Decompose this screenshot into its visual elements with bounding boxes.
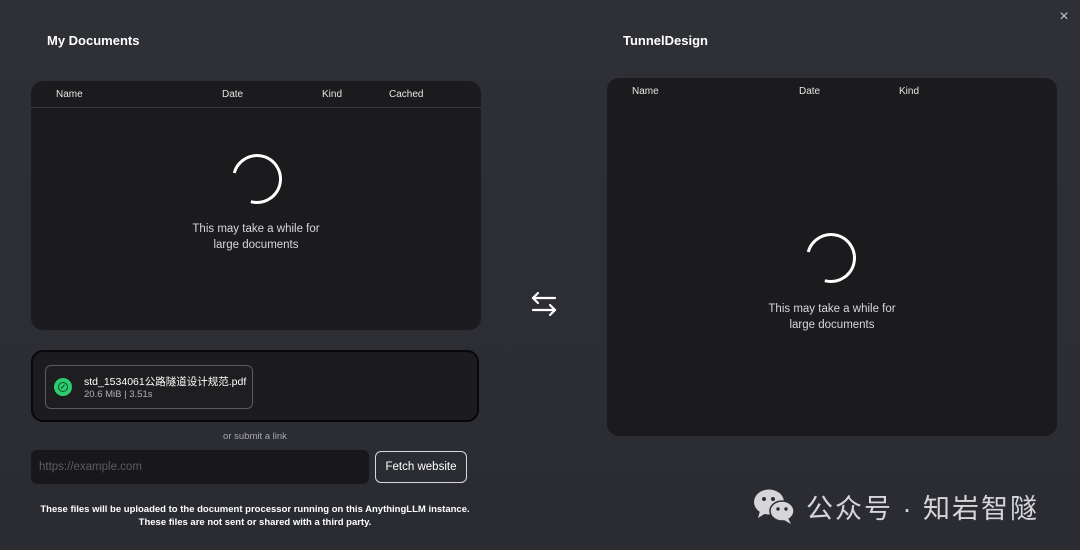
loading-text-line1: This may take a while for [768, 303, 896, 315]
column-cached[interactable]: Cached [389, 89, 423, 100]
column-date[interactable]: Date [222, 89, 243, 100]
loading-text: This may take a while for large document… [732, 301, 932, 333]
my-documents-table: Name Date Kind Cached This may take a wh… [31, 81, 481, 330]
column-kind[interactable]: Kind [899, 86, 919, 97]
wechat-icon [754, 489, 795, 524]
column-name[interactable]: Name [632, 86, 659, 97]
upload-disclaimer: These files will be uploaded to the docu… [30, 503, 480, 529]
uploaded-file-meta: 20.6 MiB | 3.51s [84, 389, 153, 400]
loading-text: This may take a while for large document… [156, 221, 356, 253]
column-kind[interactable]: Kind [322, 89, 342, 100]
loading-text-line2: large documents [789, 319, 875, 331]
check-circle-icon: ✓ [54, 378, 72, 396]
header-divider [31, 107, 481, 108]
column-date[interactable]: Date [799, 86, 820, 97]
fetch-website-button[interactable]: Fetch website [375, 451, 467, 483]
disclaimer-line2: These files are not sent or shared with … [138, 517, 372, 528]
disclaimer-line1: These files will be uploaded to the docu… [40, 504, 470, 515]
my-documents-title: My Documents [47, 33, 140, 48]
watermark-text: 公众号 · 知岩智隧 [806, 493, 1039, 524]
workspace-title: TunnelDesign [623, 33, 708, 48]
workspace-documents-table: Name Date Kind This may take a while for… [607, 78, 1057, 436]
swap-arrows-icon[interactable] [527, 289, 561, 319]
loading-text-line1: This may take a while for [192, 223, 320, 235]
uploaded-file-card: ✓ std_1534061公路隧道设计规范.pdf 20.6 MiB | 3.5… [45, 365, 253, 409]
url-input[interactable] [31, 450, 369, 484]
close-icon[interactable]: × [1055, 8, 1073, 26]
column-name[interactable]: Name [56, 89, 83, 100]
loading-spinner-icon [222, 144, 292, 214]
watermark: 公众号 · 知岩智隧 [752, 484, 1039, 528]
uploaded-file-name: std_1534061公路隧道设计规范.pdf [84, 376, 247, 388]
or-submit-link-label: or submit a link [223, 431, 287, 442]
loading-text-line2: large documents [213, 239, 299, 251]
loading-spinner-icon [796, 223, 866, 293]
